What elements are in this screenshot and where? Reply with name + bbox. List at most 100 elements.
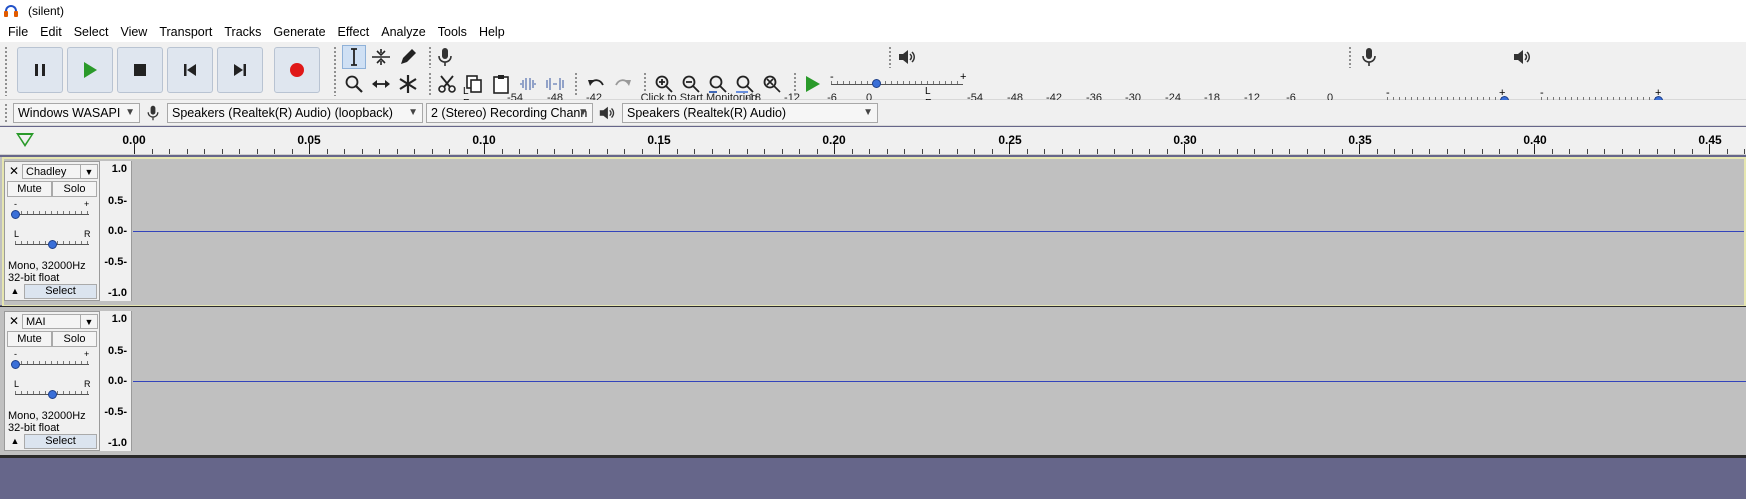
selection-tool[interactable]: [342, 45, 366, 69]
audio-track[interactable]: ✕ Chadley ▼ Mute Solo - + L R Mono, 3200…: [0, 157, 1746, 307]
amplitude-ruler[interactable]: 1.0 0.5- 0.0- -0.5- -1.0: [100, 161, 132, 301]
silence-audio-button[interactable]: [543, 72, 567, 96]
menu-view[interactable]: View: [114, 22, 153, 42]
undo-button[interactable]: [584, 72, 608, 96]
menu-tracks[interactable]: Tracks: [218, 22, 267, 42]
recording-channels-select[interactable]: 2 (Stereo) Recording Chann ▼: [426, 103, 593, 123]
i-beam-icon: [351, 48, 357, 66]
track-select-button[interactable]: Select: [24, 284, 97, 299]
play-head-icon[interactable]: [16, 133, 34, 147]
ruler-tick: [729, 149, 730, 154]
envelope-tool[interactable]: [369, 45, 393, 69]
gain-ticks: [15, 361, 89, 364]
redo-button[interactable]: [611, 72, 635, 96]
collapse-icon[interactable]: ▲: [7, 284, 23, 299]
ruler-tick: [799, 149, 800, 154]
mute-button[interactable]: Mute: [7, 331, 52, 347]
toolbar-grip[interactable]: [4, 103, 8, 123]
trim-audio-button[interactable]: [516, 72, 540, 96]
stop-button[interactable]: [117, 47, 163, 93]
audio-track[interactable]: ✕ MAI ▼ Mute Solo - + L R Mono, 32000Hz …: [0, 307, 1746, 455]
toolbar-grip[interactable]: [1348, 46, 1352, 68]
toolbar-grip[interactable]: [793, 72, 797, 96]
waveform-area[interactable]: [133, 311, 1746, 451]
toolbar-grip[interactable]: [428, 46, 432, 68]
zoom-tool[interactable]: [342, 72, 366, 96]
menu-help[interactable]: Help: [473, 22, 511, 42]
audio-host-select[interactable]: Windows WASAPI ▼: [13, 103, 140, 123]
playback-device-select[interactable]: Speakers (Realtek(R) Audio) ▼: [622, 103, 878, 123]
fit-project-button[interactable]: [733, 72, 757, 96]
record-meter-button[interactable]: [433, 45, 457, 69]
skip-to-end-button[interactable]: [217, 47, 263, 93]
ruler-tick: [519, 149, 520, 154]
play-speed-slider[interactable]: [831, 84, 963, 85]
menu-effect[interactable]: Effect: [332, 22, 376, 42]
close-icon[interactable]: ✕: [7, 314, 21, 328]
ruler-tick: [309, 144, 310, 154]
paste-button[interactable]: [489, 72, 513, 96]
skip-to-start-button[interactable]: [167, 47, 213, 93]
ruler-tick: [1709, 144, 1710, 154]
zoom-in-button[interactable]: [652, 72, 676, 96]
toolbar-grip[interactable]: [888, 46, 892, 68]
ruler-tick: [536, 149, 538, 154]
menu-select[interactable]: Select: [68, 22, 115, 42]
chevron-down-icon[interactable]: ▼: [80, 314, 98, 329]
gain-knob[interactable]: [11, 210, 20, 219]
mute-button[interactable]: Mute: [7, 181, 52, 197]
draw-tool[interactable]: [396, 45, 420, 69]
amplitude-ruler[interactable]: 1.0 0.5- 0.0- -0.5- -1.0: [100, 311, 132, 451]
menu-tools[interactable]: Tools: [432, 22, 473, 42]
track-format: Mono, 32000Hz: [8, 410, 86, 422]
ruler-tick: [781, 149, 783, 154]
track-name-button[interactable]: MAI: [22, 314, 80, 329]
pause-button[interactable]: [17, 47, 63, 93]
copy-button[interactable]: [462, 72, 486, 96]
menu-edit[interactable]: Edit: [34, 22, 68, 42]
solo-button[interactable]: Solo: [52, 331, 97, 347]
play-speed-knob[interactable]: [872, 79, 882, 88]
track-separator[interactable]: [0, 455, 1746, 458]
menu-transport[interactable]: Transport: [153, 22, 218, 42]
solo-button[interactable]: Solo: [52, 181, 97, 197]
pan-right-label: R: [84, 229, 91, 239]
toolbar-grip[interactable]: [333, 46, 337, 96]
track-select-button[interactable]: Select: [24, 434, 97, 449]
track-sample-format: 32-bit float: [8, 422, 60, 434]
gain-slider[interactable]: [15, 214, 89, 215]
menu-file[interactable]: File: [2, 22, 34, 42]
play-button[interactable]: [67, 47, 113, 93]
waveform-area[interactable]: [133, 161, 1746, 301]
time-shift-tool[interactable]: [369, 72, 393, 96]
toolbar-grip[interactable]: [643, 72, 647, 96]
copy-icon: [466, 75, 482, 93]
fit-selection-button[interactable]: [706, 72, 730, 96]
toolbar-grip[interactable]: [574, 72, 578, 96]
ruler-tick: [659, 144, 660, 154]
zoom-out-button[interactable]: [679, 72, 703, 96]
ruler-tick: [1254, 149, 1255, 154]
collapse-icon[interactable]: ▲: [7, 434, 23, 449]
close-icon[interactable]: ✕: [7, 164, 21, 178]
zoom-toggle-button[interactable]: [760, 72, 784, 96]
record-button[interactable]: [274, 47, 320, 93]
ruler-tick: [1481, 149, 1483, 154]
timeline-ruler[interactable]: 0.00 0.05 0.10 0.15 0.20 0.25 0.30 0.35 …: [0, 127, 1746, 155]
toolbar-grip[interactable]: [428, 72, 432, 96]
gain-knob[interactable]: [11, 360, 20, 369]
menu-generate[interactable]: Generate: [267, 22, 331, 42]
playback-meter-button[interactable]: [895, 45, 919, 69]
pan-knob[interactable]: [48, 390, 57, 399]
toolbar-grip[interactable]: [4, 46, 8, 96]
play-at-speed-button[interactable]: [800, 72, 824, 96]
gain-slider[interactable]: [15, 364, 89, 365]
multi-tool[interactable]: [396, 72, 420, 96]
timeline-label: 0.35: [1348, 133, 1372, 147]
menu-analyze[interactable]: Analyze: [375, 22, 431, 42]
recording-device-select[interactable]: Speakers (Realtek(R) Audio) (loopback) ▼: [167, 103, 423, 123]
track-name-button[interactable]: Chadley: [22, 164, 80, 179]
cut-button[interactable]: [435, 72, 459, 96]
chevron-down-icon[interactable]: ▼: [80, 164, 98, 179]
pan-knob[interactable]: [48, 240, 57, 249]
